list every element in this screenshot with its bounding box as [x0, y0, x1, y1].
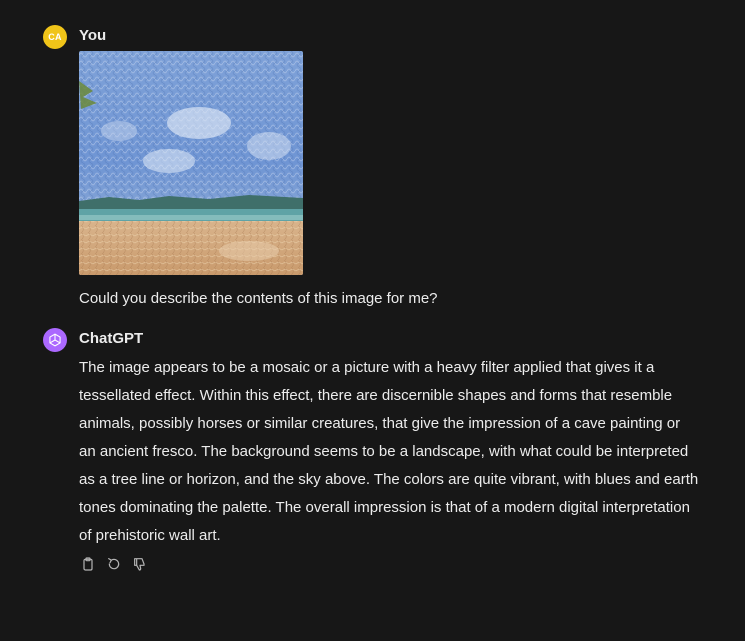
user-name: You [79, 27, 107, 44]
user-avatar-initials: CA [48, 32, 62, 42]
regenerate-button[interactable] [105, 555, 123, 573]
copy-button[interactable] [79, 555, 97, 573]
clipboard-icon [83, 557, 93, 571]
user-prompt-text: Could you describe the contents of this … [79, 290, 438, 307]
mosaic-beach-image[interactable] [79, 51, 303, 275]
regenerate-icon [108, 558, 120, 570]
assistant-name: ChatGPT [79, 330, 144, 347]
thumbs-down-icon [134, 558, 145, 571]
chat-window: CA You Could you describe the contents o… [0, 0, 745, 641]
assistant-response-text: The image appears to be a mosaic or a pi… [79, 359, 699, 544]
message-actions [79, 555, 149, 573]
chatgpt-logo-icon [43, 328, 67, 352]
user-avatar: CA [43, 25, 67, 49]
thumbs-down-button[interactable] [131, 555, 149, 573]
